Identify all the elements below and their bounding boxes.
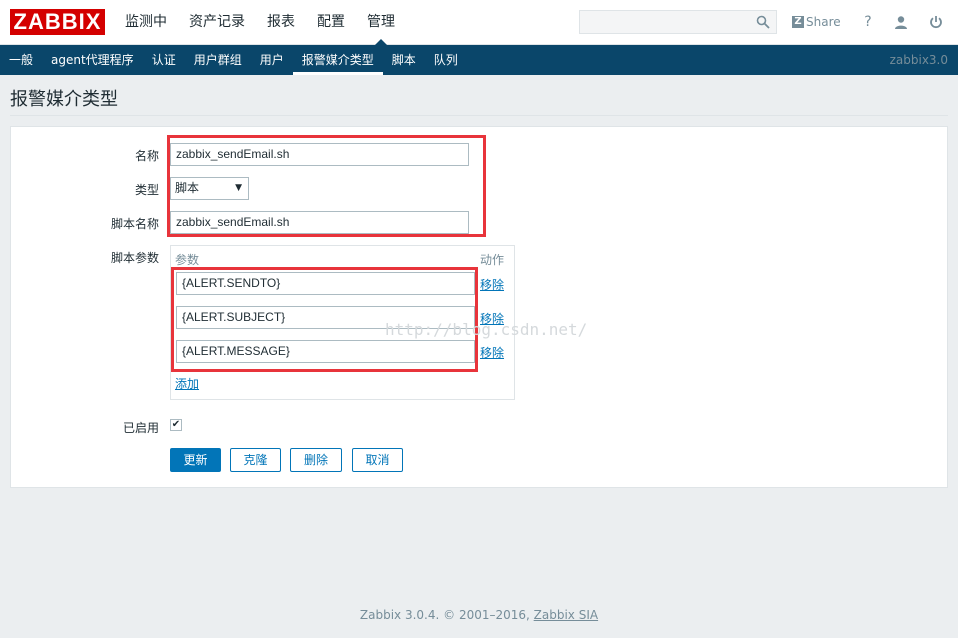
search-icon[interactable] — [756, 15, 770, 29]
subnav-scripts[interactable]: 脚本 — [383, 45, 425, 75]
title-divider — [10, 115, 948, 116]
highlight-box — [167, 135, 486, 237]
media-type-form: 名称 zabbix_sendEmail.sh 类型 脚本 ▼ 脚本名称 zabb… — [10, 126, 948, 488]
share-link[interactable]: Z Share — [792, 13, 841, 31]
enabled-checkbox[interactable]: ✔ — [170, 419, 182, 431]
footer-link[interactable]: Zabbix SIA — [534, 608, 598, 622]
name-label: 名称 — [134, 149, 159, 163]
menu-item-administration[interactable]: 管理 — [356, 0, 406, 45]
action-column-header: 动作 — [480, 253, 505, 267]
share-icon: Z — [792, 16, 804, 28]
subnav-media-types[interactable]: 报警媒介类型 — [292, 45, 383, 75]
menu-item-reports[interactable]: 报表 — [256, 0, 306, 45]
subnav-proxies[interactable]: agent代理程序 — [42, 45, 143, 75]
subnav-general[interactable]: 一般 — [0, 45, 42, 75]
cancel-button[interactable]: 取消 — [352, 448, 403, 472]
share-label: Share — [806, 15, 841, 29]
user-icon[interactable] — [893, 13, 909, 31]
enabled-label: 已启用 — [122, 421, 159, 435]
type-label: 类型 — [134, 183, 159, 197]
remove-param-link[interactable]: 移除 — [480, 276, 504, 293]
subnav-user-groups[interactable]: 用户群组 — [185, 45, 251, 75]
script-params-label: 脚本参数 — [110, 251, 159, 265]
footer: Zabbix 3.0.4. © 2001–2016, Zabbix SIA — [0, 608, 958, 622]
main-menu: 监测中 资产记录 报表 配置 管理 — [114, 0, 406, 45]
subnav-authentication[interactable]: 认证 — [143, 45, 185, 75]
menu-item-inventory[interactable]: 资产记录 — [178, 0, 256, 45]
server-version: zabbix3.0 — [889, 53, 948, 67]
sub-navigation: 一般 agent代理程序 认证 用户群组 用户 报警媒介类型 脚本 队列 zab… — [0, 45, 958, 75]
footer-text: Zabbix 3.0.4. © 2001–2016, — [359, 608, 534, 622]
menu-item-monitoring[interactable]: 监测中 — [114, 0, 178, 45]
param-column-header: 参数 — [175, 253, 200, 267]
watermark: http://blog.csdn.net/ — [385, 320, 588, 339]
power-icon[interactable] — [928, 13, 944, 31]
search-input[interactable] — [579, 10, 777, 34]
help-icon[interactable]: ? — [860, 13, 876, 31]
subnav-users[interactable]: 用户 — [251, 45, 293, 75]
script-name-label: 脚本名称 — [110, 217, 159, 231]
remove-param-link[interactable]: 移除 — [480, 344, 504, 361]
subnav-queue[interactable]: 队列 — [425, 45, 467, 75]
add-param-link[interactable]: 添加 — [175, 375, 199, 392]
clone-button[interactable]: 克隆 — [230, 448, 281, 472]
top-header: ZABBIX 监测中 资产记录 报表 配置 管理 Z Share ? — [0, 0, 958, 45]
zabbix-logo[interactable]: ZABBIX — [10, 9, 105, 35]
menu-item-configuration[interactable]: 配置 — [306, 0, 356, 45]
delete-button[interactable]: 删除 — [290, 448, 342, 472]
update-button[interactable]: 更新 — [170, 448, 221, 472]
page-title: 报警媒介类型 — [10, 89, 118, 110]
